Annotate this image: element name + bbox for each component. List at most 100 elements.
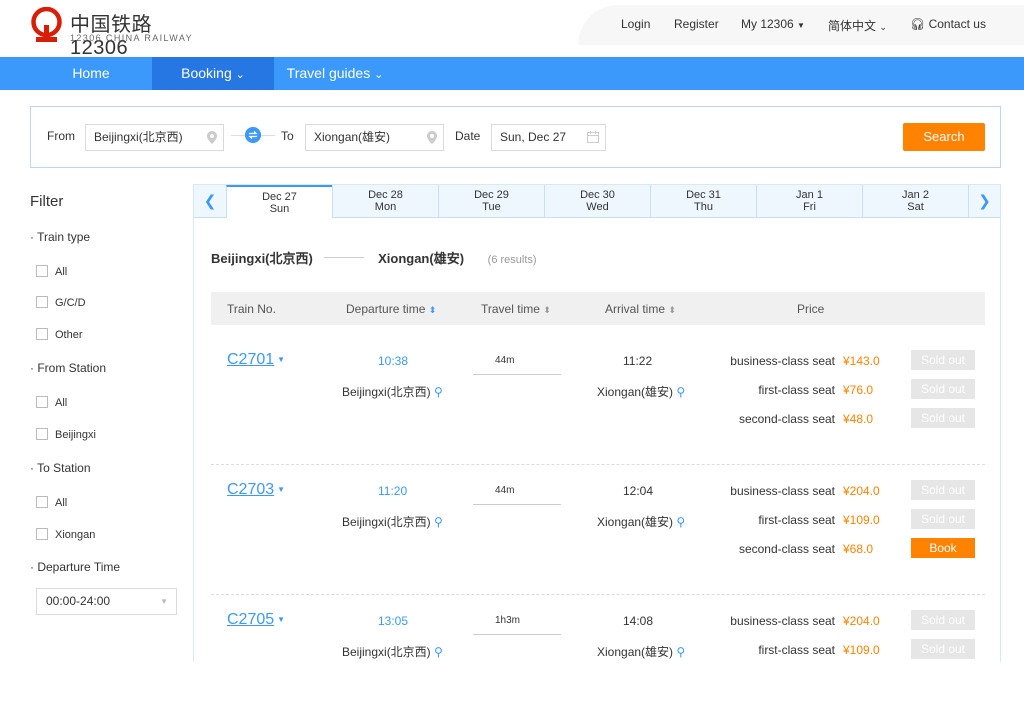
sold-out-button: Sold out bbox=[911, 509, 975, 529]
station-name: Beijingxi(北京西) bbox=[342, 385, 431, 399]
to-station-input[interactable]: Xiongan(雄安) bbox=[305, 124, 444, 151]
date-tab-day: Tue bbox=[482, 201, 501, 213]
register-link[interactable]: Register bbox=[674, 17, 719, 31]
date-tab[interactable]: Jan 1 Fri bbox=[756, 185, 862, 218]
sold-out-button: Sold out bbox=[911, 350, 975, 370]
seat-class: business-class seat bbox=[730, 484, 835, 498]
train-number-link[interactable]: C2703 ▼ bbox=[227, 481, 285, 499]
sold-out-button: Sold out bbox=[911, 610, 975, 630]
next-date-arrow-icon[interactable]: ❯ bbox=[968, 185, 1000, 218]
logo[interactable]: 中国铁路12306 12306 CHINA RAILWAY bbox=[30, 6, 195, 59]
to-station-heading: · To Station bbox=[30, 461, 91, 475]
to-station-value: Xiongan(雄安) bbox=[314, 130, 391, 144]
seat-class: first-class seat bbox=[758, 643, 835, 657]
seat-class: second-class seat bbox=[738, 542, 835, 556]
header-travel-time[interactable]: Travel time ⬍ bbox=[481, 302, 551, 316]
seat-class: business-class seat bbox=[730, 614, 835, 628]
option-label: All bbox=[55, 497, 68, 509]
nav-home[interactable]: Home bbox=[30, 57, 152, 90]
nav-booking[interactable]: Booking ⌄ bbox=[152, 57, 274, 90]
checkbox[interactable] bbox=[36, 328, 48, 340]
checkbox[interactable] bbox=[36, 528, 48, 540]
date-tab-date: Dec 29 bbox=[474, 189, 509, 201]
sold-out-button: Sold out bbox=[911, 639, 975, 659]
to-label: To bbox=[281, 129, 294, 143]
checkbox[interactable] bbox=[36, 265, 48, 277]
my-12306-label: My 12306 bbox=[741, 17, 794, 31]
my-12306-menu[interactable]: My 12306 ▼ bbox=[741, 17, 805, 31]
sort-icon: ⬍ bbox=[543, 305, 551, 315]
location-pin-icon[interactable]: ⚲ bbox=[434, 515, 443, 529]
chevron-down-icon: ⌄ bbox=[879, 22, 887, 32]
prev-date-arrow-icon[interactable]: ❮ bbox=[194, 185, 226, 218]
table-header: Train No. Departure time ⬍ Travel time ⬍… bbox=[211, 292, 985, 325]
header-label: Arrival time bbox=[605, 302, 666, 316]
to-station-xiongan-option[interactable]: Xiongan bbox=[36, 528, 95, 541]
departure-time-heading: · Departure Time bbox=[30, 560, 121, 574]
checkbox[interactable] bbox=[36, 396, 48, 408]
header-arrival-time[interactable]: Arrival time ⬍ bbox=[605, 302, 676, 316]
date-tab-active[interactable]: Dec 27 Sun bbox=[226, 185, 332, 218]
from-station-beijingxi-option[interactable]: Beijingxi bbox=[36, 428, 96, 441]
contact-us-link[interactable]: 🎧︎ Contact us bbox=[910, 17, 986, 31]
search-button[interactable]: Search bbox=[903, 123, 985, 151]
nav-travel-guides[interactable]: Travel guides ⌄ bbox=[274, 57, 396, 90]
departure-time: 10:38 bbox=[378, 354, 409, 368]
main-nav-bar: Home Booking ⌄ Travel guides ⌄ bbox=[0, 57, 1024, 90]
chevron-down-icon: ⌄ bbox=[374, 69, 384, 81]
route-from: Beijingxi(北京西) bbox=[211, 251, 313, 266]
checkbox[interactable] bbox=[36, 496, 48, 508]
to-station-all-option[interactable]: All bbox=[36, 496, 67, 509]
header-departure-time[interactable]: Departure time ⬍ bbox=[346, 302, 436, 316]
date-tab-day: Thu bbox=[694, 201, 713, 213]
date-tab-date: Jan 1 bbox=[796, 189, 823, 201]
location-pin-icon[interactable]: ⚲ bbox=[434, 645, 443, 659]
departure-time-select[interactable]: 00:00-24:00 ▼ bbox=[36, 588, 177, 615]
railway-logo-icon bbox=[31, 7, 62, 42]
departure-station: Beijingxi(北京西) ⚲ bbox=[342, 643, 443, 660]
date-input[interactable]: Sun, Dec 27 bbox=[491, 124, 606, 151]
train-type-other-option[interactable]: Other bbox=[36, 328, 83, 341]
option-label: Other bbox=[55, 329, 83, 341]
checkbox[interactable] bbox=[36, 296, 48, 308]
header-train-no: Train No. bbox=[227, 302, 276, 316]
date-tab[interactable]: Dec 31 Thu bbox=[650, 185, 756, 218]
seat-price: ¥143.0 bbox=[843, 354, 880, 368]
date-tab[interactable]: Dec 29 Tue bbox=[438, 185, 544, 218]
arrival-time: 11:22 bbox=[623, 354, 653, 368]
route-summary: Beijingxi(北京西) Xiongan(雄安) (6 results) bbox=[211, 248, 537, 267]
from-station-all-option[interactable]: All bbox=[36, 396, 67, 409]
train-number-link[interactable]: C2701 ▼ bbox=[227, 351, 285, 369]
checkbox[interactable] bbox=[36, 428, 48, 440]
logo-subtitle: 12306 CHINA RAILWAY bbox=[70, 33, 193, 43]
date-tab[interactable]: Dec 28 Mon bbox=[332, 185, 438, 218]
date-tab[interactable]: Dec 30 Wed bbox=[544, 185, 650, 218]
location-pin-icon[interactable]: ⚲ bbox=[434, 385, 443, 399]
train-type-label: Train type bbox=[37, 230, 91, 244]
caret-down-icon: ▼ bbox=[277, 615, 286, 624]
nav-booking-label: Booking bbox=[181, 65, 232, 81]
train-type-gcd-option[interactable]: G/C/D bbox=[36, 296, 86, 309]
route-arrow-icon bbox=[324, 257, 365, 259]
date-tab-day: Mon bbox=[374, 201, 397, 213]
departure-time-value: 00:00-24:00 bbox=[46, 594, 111, 608]
route-to: Xiongan(雄安) bbox=[378, 251, 465, 266]
from-station-input[interactable]: Beijingxi(北京西) bbox=[85, 124, 224, 151]
location-pin-icon bbox=[427, 131, 437, 144]
book-button[interactable]: Book bbox=[911, 538, 975, 558]
table-row: C2705 ▼ 13:05 1h3m 14:08 Beijingxi(北京西) ⚲… bbox=[211, 595, 985, 725]
train-number: C2705 bbox=[227, 611, 275, 628]
seat-price: ¥109.0 bbox=[843, 513, 880, 527]
train-number-link[interactable]: C2705 ▼ bbox=[227, 611, 285, 629]
travel-arrow-line bbox=[473, 374, 561, 375]
seat-price: ¥204.0 bbox=[843, 614, 880, 628]
seat-class: first-class seat bbox=[758, 383, 835, 397]
language-menu[interactable]: 简体中文 ⌄ bbox=[828, 17, 887, 34]
header-price: Price bbox=[797, 302, 825, 316]
login-link[interactable]: Login bbox=[621, 17, 650, 31]
swap-stations-icon[interactable] bbox=[245, 127, 261, 143]
train-type-all-option[interactable]: All bbox=[36, 265, 67, 278]
table-row: C2703 ▼ 11:20 44m 12:04 Beijingxi(北京西) ⚲ … bbox=[211, 465, 985, 595]
date-tab[interactable]: Jan 2 Sat bbox=[862, 185, 968, 218]
contact-us-label: Contact us bbox=[928, 17, 986, 31]
